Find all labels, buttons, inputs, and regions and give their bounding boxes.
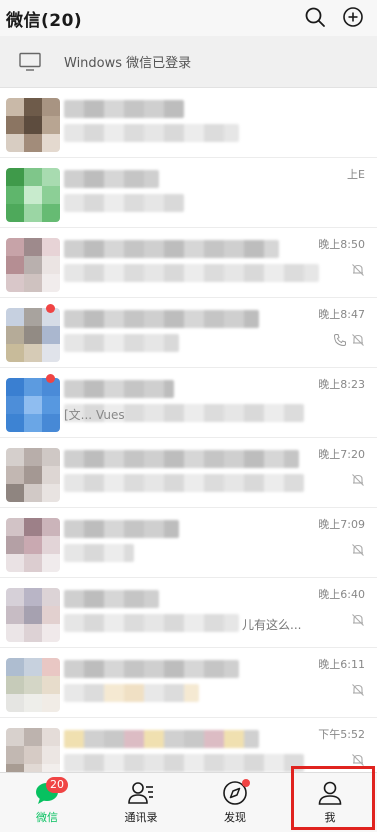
- tab-chats[interactable]: 20 微信: [0, 773, 94, 832]
- highlight-box: [291, 766, 375, 830]
- contacts-icon: [127, 779, 155, 807]
- unread-dot: [46, 374, 55, 383]
- chat-row[interactable]: 晚上7:09: [0, 508, 377, 578]
- chat-snippet: 儿有这么...: [242, 618, 302, 632]
- avatar: [6, 238, 60, 292]
- chat-time: 晚上8:47: [318, 308, 365, 321]
- chat-time: 上Ε: [347, 168, 365, 181]
- chat-row[interactable]: 上Ε: [0, 158, 377, 228]
- chat-row[interactable]: 晚上8:47: [0, 298, 377, 368]
- avatar: [6, 658, 60, 712]
- chat-row[interactable]: [文... Vues 晚上8:23: [0, 368, 377, 438]
- avatar: [6, 728, 60, 772]
- chat-row[interactable]: 儿有这么... 晚上6:40: [0, 578, 377, 648]
- top-header: 微信(20): [0, 0, 377, 36]
- desktop-icon: [18, 52, 42, 72]
- tab-discover[interactable]: 发现: [188, 773, 282, 832]
- unread-badge: 20: [46, 777, 68, 793]
- phone-call-icon: [333, 332, 347, 347]
- chat-row[interactable]: 晚上8:50: [0, 228, 377, 298]
- chat-row[interactable]: 晚上7:20: [0, 438, 377, 508]
- chat-list: 上Ε 晚上8:50 晚上8:47 [文... Vues 晚上8:23 晚上7:2…: [0, 88, 377, 772]
- mute-icon: [351, 472, 365, 486]
- tab-label: 发现: [224, 811, 246, 824]
- chat-snippet: [文... Vues: [64, 408, 125, 422]
- chat-time: 下午5:52: [318, 728, 365, 741]
- tab-contacts[interactable]: 通讯录: [94, 773, 188, 832]
- plus-circle-icon[interactable]: [341, 5, 365, 29]
- chat-time: 晚上6:40: [318, 588, 365, 601]
- chat-time: 晚上7:20: [318, 448, 365, 461]
- avatar: [6, 378, 60, 432]
- tab-label: 微信: [36, 811, 58, 824]
- mute-icon: [351, 752, 365, 766]
- chat-time: 晚上7:09: [318, 518, 365, 531]
- mute-icon: [351, 332, 365, 346]
- chat-time: 晚上6:11: [318, 658, 365, 671]
- login-status-text: Windows 微信已登录: [64, 56, 192, 71]
- tab-label: 通讯录: [124, 811, 158, 824]
- header-actions: [303, 5, 365, 29]
- unread-dot: [46, 304, 55, 313]
- page-title: 微信(20): [6, 10, 83, 31]
- mute-icon: [351, 262, 365, 276]
- avatar: [6, 308, 60, 362]
- windows-login-bar[interactable]: Windows 微信已登录: [0, 36, 377, 88]
- avatar: [6, 518, 60, 572]
- avatar: [6, 448, 60, 502]
- avatar: [6, 588, 60, 642]
- chat-time: 晚上8:23: [318, 378, 365, 391]
- chat-row[interactable]: [0, 88, 377, 158]
- chat-row[interactable]: 下午5:52: [0, 718, 377, 772]
- mute-icon: [351, 612, 365, 626]
- chat-row[interactable]: 晚上6:11: [0, 648, 377, 718]
- avatar: [6, 98, 60, 152]
- search-icon[interactable]: [303, 5, 327, 29]
- mute-icon: [351, 542, 365, 556]
- chat-time: 晚上8:50: [318, 238, 365, 251]
- discover-dot: [242, 779, 250, 787]
- avatar: [6, 168, 60, 222]
- mute-icon: [351, 682, 365, 696]
